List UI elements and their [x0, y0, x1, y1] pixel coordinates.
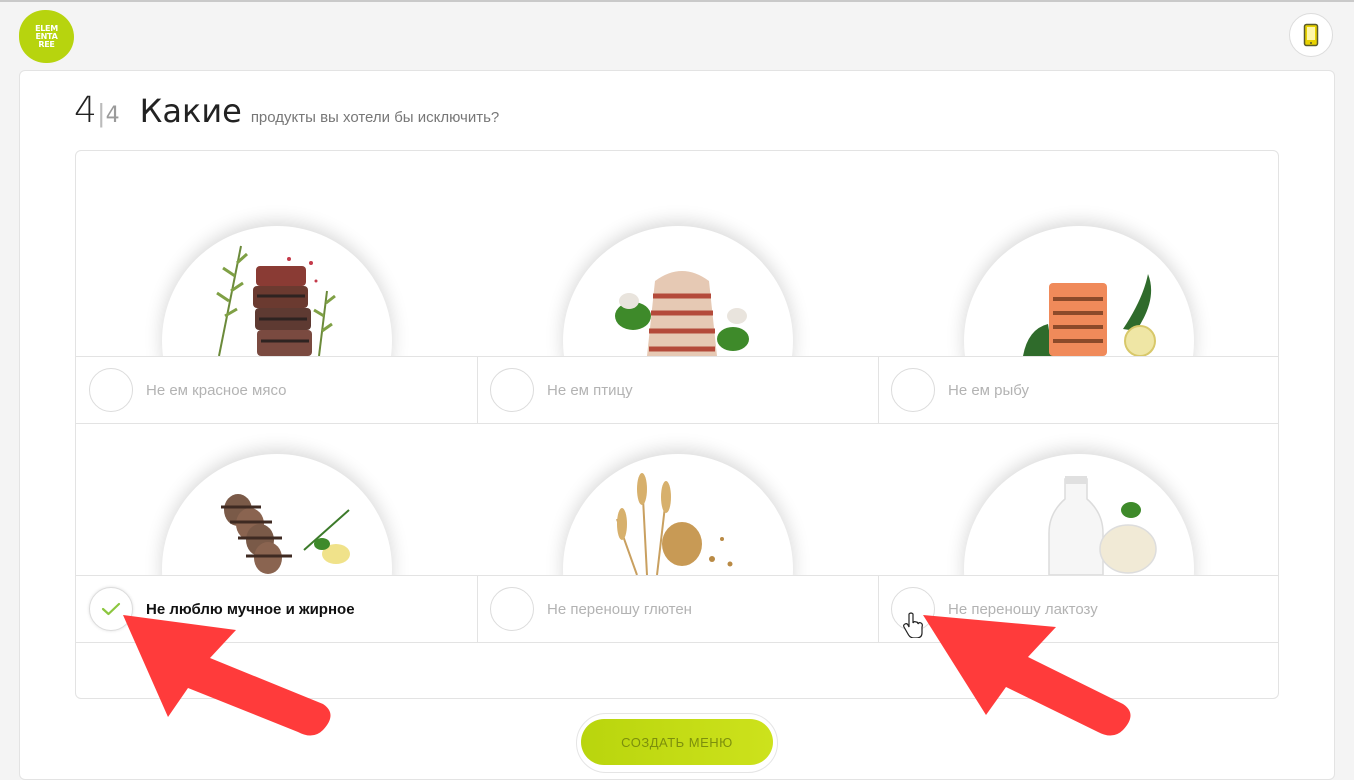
annotation-arrow-right: [923, 615, 1131, 736]
option-label: Не ем птицу: [547, 381, 633, 399]
gluten-checkbox[interactable]: [490, 587, 534, 631]
steak-image: [216, 245, 336, 356]
milk-image: [1048, 476, 1157, 575]
salmon-image: [1023, 274, 1156, 356]
annotation-arrow-left: [123, 615, 331, 736]
logo-line-3: REE: [38, 39, 55, 49]
step-separator: |: [97, 98, 105, 128]
option-label: Не ем красное мясо: [146, 381, 287, 399]
option-label: Не ем рыбу: [948, 381, 1030, 399]
question-subtitle: продукты вы хотели бы исключить?: [250, 109, 500, 126]
divider: [477, 575, 478, 643]
hand-cursor-icon: [903, 612, 923, 638]
divider: [878, 356, 879, 424]
elementaree-logo[interactable]: ELEM ENTA REE: [19, 10, 74, 63]
top-border: [0, 0, 1354, 2]
option-poultry-toggle[interactable]: Не ем птицу: [477, 356, 878, 424]
wheat-image: [616, 473, 733, 575]
mobile-app-button[interactable]: [1289, 13, 1333, 57]
phone-icon: [1303, 23, 1319, 47]
bread-image: [221, 494, 350, 574]
red-meat-checkbox[interactable]: [89, 368, 133, 412]
poultry-checkbox[interactable]: [490, 368, 534, 412]
divider: [477, 356, 478, 424]
option-label: Не переношу глютен: [547, 600, 692, 618]
question-heading: 4 | 4 Какие продукты вы хотели бы исключ…: [74, 90, 499, 134]
create-menu-button[interactable]: СОЗДАТЬ МЕНЮ: [581, 719, 773, 765]
option-gluten-toggle[interactable]: Не переношу глютен: [477, 575, 878, 643]
option-fish-toggle[interactable]: Не ем рыбу: [878, 356, 1278, 424]
fish-checkbox[interactable]: [891, 368, 935, 412]
option-red-meat-toggle[interactable]: Не ем красное мясо: [76, 356, 477, 424]
step-total: 4: [105, 103, 120, 128]
question-title: Какие: [139, 92, 242, 130]
divider: [878, 575, 879, 643]
step-current: 4: [74, 90, 97, 131]
chicken-image: [615, 271, 749, 356]
